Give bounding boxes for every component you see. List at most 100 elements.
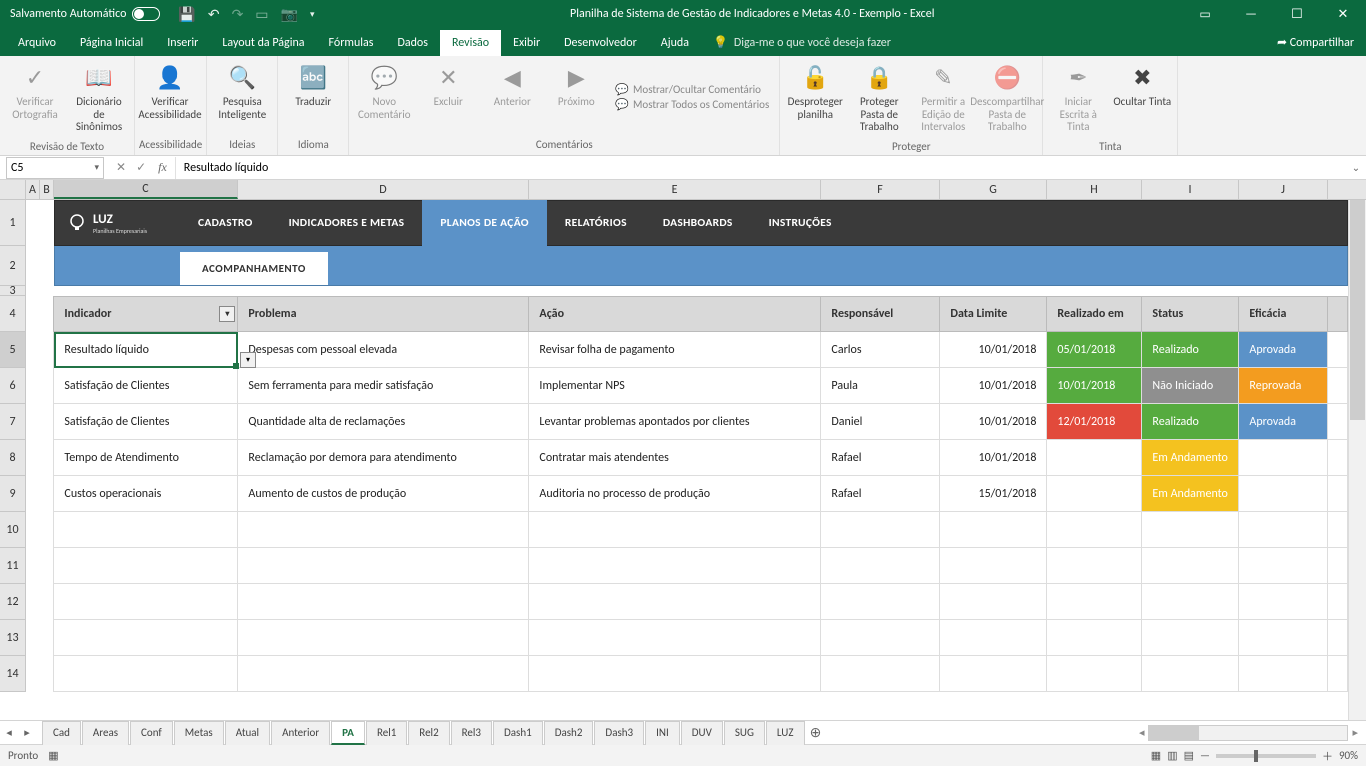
table-cell[interactable] <box>821 656 940 691</box>
sheet-tab-sug[interactable]: SUG <box>724 721 765 745</box>
ribbon-verificar-acessibilidade[interactable]: 👤Verificar Acessibilidade <box>139 58 201 136</box>
table-cell[interactable] <box>54 548 238 583</box>
table-cell[interactable] <box>529 620 821 655</box>
table-cell[interactable]: Em Andamento <box>1142 440 1239 475</box>
ribbon-proteger-pasta-de-trabalho[interactable]: 🔒Proteger Pasta de Trabalho <box>848 58 910 138</box>
cell-dropdown-icon[interactable]: ▾ <box>240 352 256 368</box>
table-cell[interactable]: 10/01/2018 <box>940 368 1047 403</box>
expand-formula-icon[interactable]: ⌄ <box>1346 161 1366 174</box>
nav-relatórios[interactable]: RELATÓRIOS <box>547 200 645 246</box>
minimize-button[interactable]: — <box>1228 0 1274 28</box>
table-cell[interactable]: Sem ferramenta para medir satisfação <box>238 368 529 403</box>
subtab-acompanhamento[interactable]: ACOMPANHAMENTO <box>180 252 328 285</box>
formula-input[interactable]: Resultado líquido <box>175 157 1346 179</box>
table-cell[interactable]: Contratar mais atendentes <box>529 440 821 475</box>
redo-icon[interactable]: ↷ <box>232 6 244 23</box>
sheet-tab-metas[interactable]: Metas <box>174 721 224 745</box>
ribbon-dicionário-de-sinônimos[interactable]: 📖Dicionário de Sinônimos <box>68 58 130 138</box>
table-cell[interactable] <box>1047 656 1142 691</box>
table-cell[interactable]: Não Iniciado <box>1142 368 1239 403</box>
ribbon-pesquisa-inteligente[interactable]: 🔍Pesquisa Inteligente <box>211 58 273 136</box>
table-header-status[interactable]: Status <box>1142 297 1239 331</box>
sheet-tab-atual[interactable]: Atual <box>225 721 270 745</box>
table-cell[interactable]: Tempo de Atendimento <box>54 440 238 475</box>
table-header-responsável[interactable]: Responsável <box>821 297 940 331</box>
table-cell[interactable] <box>54 656 238 691</box>
select-all-corner[interactable] <box>0 180 26 199</box>
sheet-tab-conf[interactable]: Conf <box>130 721 173 745</box>
sheet-tab-duv[interactable]: DUV <box>681 721 723 745</box>
row-header-13[interactable]: 13 <box>0 620 25 656</box>
table-cell[interactable] <box>1142 584 1239 619</box>
close-button[interactable]: ✕ <box>1320 0 1366 28</box>
table-cell[interactable]: Daniel <box>821 404 940 439</box>
table-cell[interactable]: Revisar folha de pagamento <box>529 332 821 367</box>
ribbon-ocultar-tinta[interactable]: ✖Ocultar Tinta <box>1111 58 1173 138</box>
column-headers[interactable]: ABCDEFGHIJ <box>0 180 1366 200</box>
table-cell[interactable]: Quantidade alta de reclamações <box>238 404 529 439</box>
row-header-3[interactable]: 3 <box>0 286 25 296</box>
table-cell[interactable] <box>54 620 238 655</box>
share-button[interactable]: ➦ Compartilhar <box>1265 29 1366 56</box>
table-cell[interactable] <box>238 512 529 547</box>
tab-nav-first[interactable]: ◂ <box>0 726 18 739</box>
table-cell[interactable] <box>1047 512 1142 547</box>
table-cell[interactable]: Rafael <box>821 476 940 511</box>
table-cell[interactable] <box>529 584 821 619</box>
nav-cadastro[interactable]: CADASTRO <box>180 200 271 246</box>
row-header-4[interactable]: 4 <box>0 296 25 332</box>
table-cell[interactable]: Carlos <box>821 332 940 367</box>
normal-view-icon[interactable]: ▦ <box>1151 749 1161 762</box>
col-header-C[interactable]: C <box>54 180 238 199</box>
sheet-tab-dash2[interactable]: Dash2 <box>544 721 594 745</box>
table-cell[interactable] <box>821 620 940 655</box>
table-cell[interactable]: 12/01/2018 <box>1047 404 1142 439</box>
table-cell[interactable] <box>1047 548 1142 583</box>
table-header-indicador[interactable]: Indicador▾ <box>54 297 238 331</box>
save-icon[interactable]: 💾 <box>178 6 195 23</box>
table-cell[interactable] <box>529 656 821 691</box>
table-cell[interactable] <box>1239 656 1328 691</box>
sheet-tab-pa[interactable]: PA <box>331 721 365 745</box>
add-sheet-button[interactable]: ⊕ <box>806 724 826 741</box>
table-cell[interactable] <box>940 620 1047 655</box>
col-header-A[interactable]: A <box>26 180 40 199</box>
scrollbar-thumb[interactable] <box>1350 200 1365 420</box>
table-cell[interactable] <box>940 584 1047 619</box>
row-header-10[interactable]: 10 <box>0 512 25 548</box>
table-cell[interactable] <box>1047 584 1142 619</box>
table-header-realizado-em[interactable]: Realizado em <box>1047 297 1142 331</box>
table-cell[interactable] <box>940 548 1047 583</box>
table-cell[interactable]: 15/01/2018 <box>940 476 1047 511</box>
table-header-problema[interactable]: Problema <box>238 297 529 331</box>
row-header-11[interactable]: 11 <box>0 548 25 584</box>
camera-icon[interactable]: 📷 <box>281 6 298 23</box>
table-cell[interactable] <box>1239 620 1328 655</box>
ribbon-tab-fórmulas[interactable]: Fórmulas <box>317 30 386 56</box>
table-row[interactable] <box>53 512 1348 548</box>
table-cell[interactable] <box>529 512 821 547</box>
name-box[interactable]: C5 ▾ <box>6 157 104 179</box>
sheet-tab-rel3[interactable]: Rel3 <box>451 721 492 745</box>
row-header-8[interactable]: 8 <box>0 440 25 476</box>
zoom-in-button[interactable]: ＋ <box>1322 748 1333 764</box>
filter-icon[interactable]: ▾ <box>219 306 235 322</box>
table-cell[interactable]: Aprovada <box>1239 332 1328 367</box>
table-row[interactable]: Satisfação de ClientesSem ferramenta par… <box>53 368 1348 404</box>
row-header-12[interactable]: 12 <box>0 584 25 620</box>
page-break-view-icon[interactable]: ▤ <box>1184 749 1194 762</box>
sheet-tab-dash1[interactable]: Dash1 <box>493 721 543 745</box>
row-header-6[interactable]: 6 <box>0 368 25 404</box>
table-cell[interactable]: Custos operacionais <box>54 476 238 511</box>
table-cell[interactable] <box>1142 548 1239 583</box>
sheet-tab-rel1[interactable]: Rel1 <box>366 721 407 745</box>
ribbon-display-icon[interactable]: ▭ <box>1182 7 1228 22</box>
vertical-scrollbar[interactable] <box>1348 200 1366 720</box>
page-layout-view-icon[interactable]: ▥ <box>1167 749 1177 762</box>
table-header-ação[interactable]: Ação <box>529 297 821 331</box>
ribbon-tab-revisão[interactable]: Revisão <box>440 30 501 56</box>
table-cell[interactable] <box>1239 584 1328 619</box>
row-headers[interactable]: 1234567891011121314 <box>0 200 26 692</box>
undo-icon[interactable]: ↶ <box>208 6 220 23</box>
table-cell[interactable] <box>1047 620 1142 655</box>
